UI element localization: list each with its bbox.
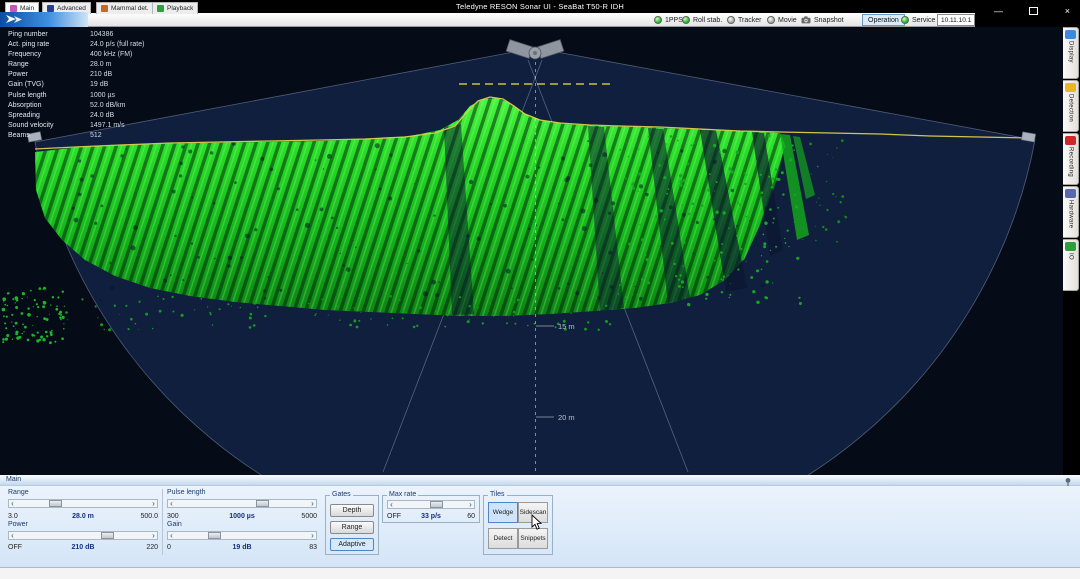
hardware-icon [1065,189,1076,198]
main-tab-icon [10,5,17,12]
indicator-service[interactable]: Service [901,14,935,26]
pulse-left-arrow-icon[interactable]: ‹ [168,499,175,508]
range-slider-values: 3.0 28.0 m 500.0 [8,513,158,521]
tab-hardware[interactable]: Hardware [1063,186,1079,238]
bottom-taskbar [0,567,1080,579]
pulse-length-slider-label: Pulse length [167,489,206,496]
window-controls: — × [988,0,1076,22]
tab-recording[interactable]: Recording [1063,133,1079,185]
gain-left-arrow-icon[interactable]: ‹ [168,531,175,540]
range-slider-thumb[interactable] [49,500,62,507]
info-row: Act. ping rate24.0 p/s (full rate) [8,40,144,50]
max-rate-group-label: Max rate [387,491,418,499]
io-icon [1065,242,1076,251]
info-row: Range28.0 m [8,60,144,70]
advanced-tab-icon [47,5,54,12]
pulse-length-slider[interactable]: ‹ › [167,499,317,508]
taskbar-tab-mammal-det[interactable]: Mammal det. [96,2,154,14]
info-row: Sound velocity1497.1 m/s [8,121,144,131]
gates-depth-button[interactable]: Depth [330,504,374,517]
pulse-length-slider-values: 300 1000 µs 5000 [167,513,317,521]
teledyne-reson-logo [0,12,88,27]
tab-detection[interactable]: Detection [1063,80,1079,132]
panel-pin-icon[interactable] [1063,477,1073,487]
max-rate-left-arrow-icon[interactable]: ‹ [388,500,395,509]
power-left-arrow-icon[interactable]: ‹ [9,531,16,540]
range-slider-label: Range [8,489,29,496]
close-button[interactable]: × [1065,6,1070,16]
tiles-group-label: Tiles [488,491,507,499]
restore-button[interactable] [1029,7,1038,15]
tab-display[interactable]: Display [1063,27,1079,79]
sonar-canvas: 15 m 20 m [0,27,1063,475]
info-row: Spreading24.0 dB [8,111,144,121]
playback-tab-icon [157,5,164,12]
power-slider-label: Power [8,521,28,528]
mammal-det-tab-icon [101,5,108,12]
mouse-cursor [531,514,543,531]
panel-divider [162,489,163,555]
gain-slider-thumb[interactable] [208,532,221,539]
info-row: Power210 dB [8,70,144,80]
gates-group: Gates Depth Range Adaptive [325,495,379,555]
detection-icon [1065,83,1076,92]
indicator-roll-stab[interactable]: Roll stab. [682,14,722,26]
range-right-arrow-icon[interactable]: › [150,499,157,508]
info-row: Pulse length1000 µs [8,91,144,101]
info-row: Absorption52.0 dB/km [8,101,144,111]
pulse-right-arrow-icon[interactable]: › [309,499,316,508]
tracker-led-icon [727,16,735,24]
info-row: Frequency400 kHz (FM) [8,50,144,60]
depth-label-15m: 15 m [558,322,575,331]
power-slider[interactable]: ‹ › [8,531,158,540]
power-slider-thumb[interactable] [101,532,114,539]
tiles-detect-button[interactable]: Detect [488,528,518,549]
max-rate-slider-thumb[interactable] [430,501,443,508]
gain-slider[interactable]: ‹ › [167,531,317,540]
range-slider[interactable]: ‹ › [8,499,158,508]
panel-header[interactable]: Main [0,475,1080,486]
1pps-led-icon [654,16,662,24]
tiles-snippets-button[interactable]: Snippets [518,528,548,549]
power-slider-values: OFF 210 dB 220 [8,544,158,552]
recording-icon [1065,136,1076,145]
snapshot-button[interactable]: Snapshot [801,14,844,26]
ip-address-field[interactable]: 10.11.10.1 [937,14,975,26]
pulse-length-slider-thumb[interactable] [256,500,269,507]
info-row: Beams512 [8,131,144,141]
tiles-wedge-button[interactable]: Wedge [488,502,518,523]
gain-right-arrow-icon[interactable]: › [309,531,316,540]
info-row: Gain (TVG)19 dB [8,80,144,90]
indicator-1pps[interactable]: 1PPS [654,14,683,26]
max-rate-right-arrow-icon[interactable]: › [467,500,474,509]
sonar-wedge-display: 15 m 20 m [0,27,1063,475]
gain-slider-values: 0 19 dB 83 [167,544,317,552]
minimize-button[interactable]: — [994,6,1003,16]
max-rate-slider[interactable]: ‹ › [387,500,475,509]
display-icon [1065,30,1076,39]
depth-label-20m: 20 m [558,413,575,422]
tab-io[interactable]: IO [1063,239,1079,291]
power-right-arrow-icon[interactable]: › [150,531,157,540]
roll-stab-led-icon [682,16,690,24]
sonar-info-readout: Ping number104386 Act. ping rate24.0 p/s… [8,30,144,141]
max-rate-slider-values: OFF 33 p/s 60 [387,513,475,521]
info-row: Ping number104386 [8,30,144,40]
service-led-icon [901,16,909,24]
indicator-movie[interactable]: Movie [767,14,797,26]
right-sidebar: Display Detection Recording Hardware IO [1063,27,1080,475]
gates-range-button[interactable]: Range [330,521,374,534]
indicator-tracker[interactable]: Tracker [727,14,761,26]
taskbar-tab-playback[interactable]: Playback [152,2,198,14]
gain-slider-label: Gain [167,521,182,528]
camera-icon [801,16,811,24]
panel-title: Main [6,476,21,483]
operation-mode-button[interactable]: Operation [862,14,905,26]
gates-group-label: Gates [330,491,353,499]
gates-adaptive-button[interactable]: Adaptive [330,538,374,551]
range-left-arrow-icon[interactable]: ‹ [9,499,16,508]
movie-led-icon [767,16,775,24]
